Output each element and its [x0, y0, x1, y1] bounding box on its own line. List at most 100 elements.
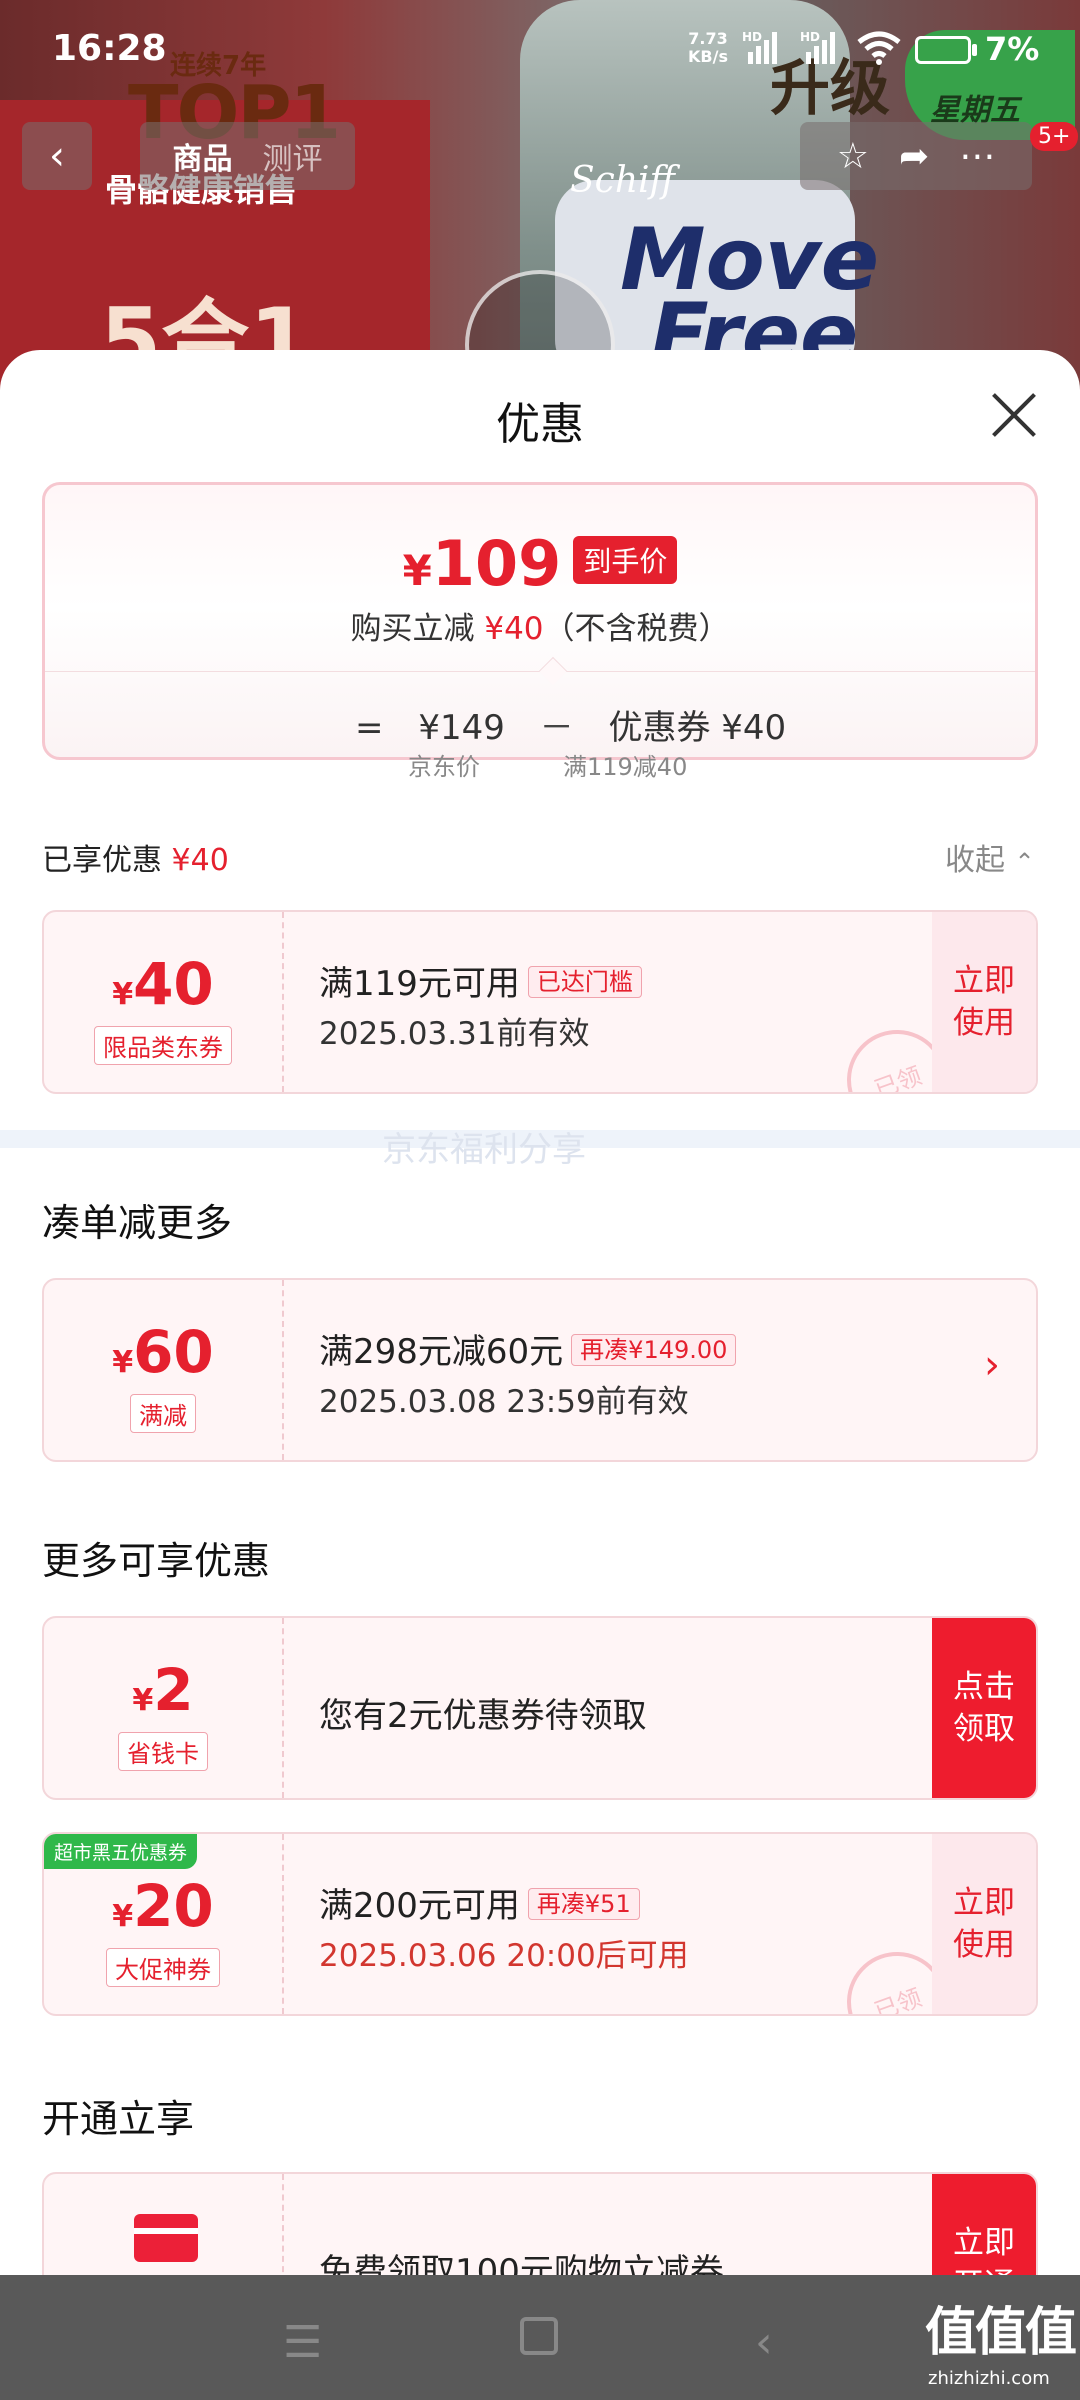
- back-button[interactable]: ‹: [22, 122, 92, 190]
- coupon-value-area: ¥60 满减: [44, 1280, 284, 1460]
- chevron-up-icon: ⌃: [1014, 848, 1035, 876]
- final-price-tag: 到手价: [573, 536, 678, 584]
- collapse-button[interactable]: 收起 ⌃: [945, 835, 1035, 879]
- coupon-yen: ¥: [112, 1899, 134, 1934]
- desc-prefix: 购买立减: [350, 611, 475, 647]
- section-title-more: 更多可享优惠: [42, 1539, 271, 1583]
- desc-amount: ¥40: [484, 611, 544, 647]
- more-icon[interactable]: ⋯: [959, 136, 995, 177]
- coupon-yen: ¥: [112, 977, 134, 1012]
- signal-icon-2: [806, 30, 835, 64]
- coupon-part: 优惠券 ¥40: [608, 708, 787, 748]
- section-title-combine: 凑单减更多: [42, 1201, 233, 1245]
- coupon-amount: ¥2: [44, 1656, 282, 1724]
- product-tabs: 商品 测评: [140, 122, 355, 190]
- coupon-amount-number: 20: [133, 1872, 214, 1940]
- site-watermark-url: zhizhizhi.com: [928, 2368, 1050, 2389]
- promo-ribbon: 超市黑五优惠券: [44, 1834, 198, 1869]
- coupon-value-area: ¥40 限品类东券: [44, 912, 284, 1092]
- final-price: 109: [431, 527, 562, 600]
- coupon-message: 您有2元优惠券待领取: [319, 1696, 647, 1736]
- collapse-label: 收起: [945, 843, 1005, 878]
- use-now-button[interactable]: 立即 使用: [932, 912, 1036, 1092]
- network-speed: 7.73 KB/s: [688, 30, 728, 66]
- price-summary: ¥109 到手价 购买立减 ¥40（不含税费） = ¥149 － 优惠券 ¥40 …: [42, 482, 1038, 781]
- section-title-open: 开通立享: [42, 2097, 195, 2141]
- coupon-amount: ¥20: [44, 1872, 282, 1940]
- coupon-yen: ¥: [112, 1345, 134, 1380]
- credit-card-icon: [134, 2214, 198, 2262]
- desc-suffix: （不含税费）: [543, 611, 730, 647]
- open-now-button[interactable]: 立即开通: [932, 2174, 1036, 2275]
- coupon-message: 免费领取100元购物立减券: [319, 2252, 724, 2275]
- coupon-amount-number: 2: [153, 1656, 194, 1724]
- coupon-condition: 满119元可用 已达门槛: [319, 956, 642, 1005]
- coupon-amount-number: 40: [133, 950, 214, 1018]
- coupon-amount: ¥60: [44, 1318, 282, 1386]
- discount-bottom-sheet: 优惠 ¥109 到手价 购买立减 ¥40（不含税费） = ¥149 － 优惠券 ¥…: [0, 350, 1080, 2275]
- coupon-amount: ¥40: [44, 950, 282, 1018]
- coupon-condition: 满119减40: [563, 753, 688, 781]
- back-icon[interactable]: ‹: [755, 2317, 773, 2368]
- coupon-type: 限品类东券: [94, 1026, 232, 1065]
- battery-percent: 7%: [985, 30, 1040, 68]
- coupon-type: 满减: [130, 1394, 196, 1433]
- coupon-condition-text: 满200元可用: [319, 1886, 520, 1926]
- add-more-chip: 再凑¥149.00: [571, 1334, 737, 1366]
- system-nav-bar: ☰ ‹: [0, 2275, 1080, 2400]
- jd-price: ¥149: [418, 708, 505, 748]
- threshold-chip: 已达门槛: [527, 966, 642, 998]
- coupon-condition-text: 满119元可用: [319, 964, 520, 1004]
- summary-notch: [538, 656, 568, 686]
- coupon-value-area: ¥2 省钱卡: [44, 1618, 284, 1798]
- network-speed-unit: KB/s: [688, 47, 728, 66]
- coupon-validity: 2025.03.31前有效: [319, 1016, 590, 1052]
- price-formula: = ¥149 － 优惠券 ¥40: [355, 700, 786, 749]
- message-count-badge: 5+: [1030, 122, 1079, 151]
- coupon-amount-number: 60: [133, 1318, 214, 1386]
- add-more-chip: 再凑¥51: [527, 1888, 640, 1920]
- coupon-value-area: [44, 2174, 284, 2275]
- product-brand-text: Schiff: [570, 160, 676, 201]
- watermark-text: 京东福利分享: [382, 1130, 586, 1170]
- enjoyed-label-text: 已享优惠: [42, 843, 162, 878]
- sheet-title: 优惠: [496, 399, 584, 450]
- chevron-right-icon[interactable]: ›: [984, 1342, 1000, 1388]
- signal-icon: [748, 30, 777, 64]
- tab-product[interactable]: 商品: [173, 134, 233, 178]
- status-bar: 16:28 7.73 KB/s HD HD 7%: [0, 0, 1080, 100]
- top-actions: ☆ ➦ ⋯: [800, 122, 1032, 190]
- coupon-card-60[interactable]: ¥60 满减 满298元减60元 再凑¥149.00 2025.03.08 23:…: [42, 1278, 1038, 1462]
- enjoyed-amount: ¥40: [171, 843, 229, 878]
- chevron-left-icon: ‹: [49, 133, 65, 179]
- use-now-button[interactable]: 立即 使用: [932, 1834, 1036, 2014]
- enjoyed-discount-label: 已享优惠 ¥40: [42, 835, 229, 879]
- final-price-yen: ¥: [402, 546, 432, 595]
- home-icon[interactable]: [520, 2317, 558, 2355]
- coupon-type: 大促神券: [106, 1948, 220, 1987]
- menu-icon[interactable]: ☰: [283, 2317, 322, 2368]
- coupon-type: 省钱卡: [118, 1732, 208, 1771]
- formula-equals: =: [355, 708, 384, 748]
- coupon-yen: ¥: [132, 1683, 154, 1718]
- final-price-line: ¥109 到手价: [45, 527, 1035, 600]
- coupon-condition: 满200元可用 再凑¥51: [319, 1878, 640, 1927]
- site-watermark-logo: 值值值: [925, 2303, 1077, 2363]
- jd-price-label: 京东价: [408, 753, 480, 781]
- tab-review[interactable]: 测评: [263, 134, 323, 178]
- coupon-card-40: ¥40 限品类东券 满119元可用 已达门槛 2025.03.31前有效 已领 立…: [42, 910, 1038, 1094]
- coupon-validity: 2025.03.06 20:00后可用: [319, 1938, 689, 1974]
- claim-button[interactable]: 点击 领取: [932, 1618, 1036, 1798]
- coupon-card-20: ¥20 大促神券 超市黑五优惠券 满200元可用 再凑¥51 2025.03.06…: [42, 1832, 1038, 2016]
- coupon-card-2: ¥2 省钱卡 您有2元优惠券待领取 点击 领取: [42, 1616, 1038, 1800]
- wifi-icon: [857, 31, 901, 65]
- battery-tip: [972, 44, 977, 56]
- coupon-validity: 2025.03.08 23:59前有效: [319, 1384, 689, 1420]
- share-icon[interactable]: ➦: [899, 136, 929, 177]
- status-time: 16:28: [52, 28, 167, 69]
- favorite-star-icon[interactable]: ☆: [837, 136, 869, 177]
- battery-icon: [915, 36, 971, 64]
- close-icon[interactable]: [985, 385, 1045, 445]
- formula-minus: －: [539, 708, 574, 748]
- coupon-condition: 满298元减60元 再凑¥149.00: [319, 1324, 737, 1373]
